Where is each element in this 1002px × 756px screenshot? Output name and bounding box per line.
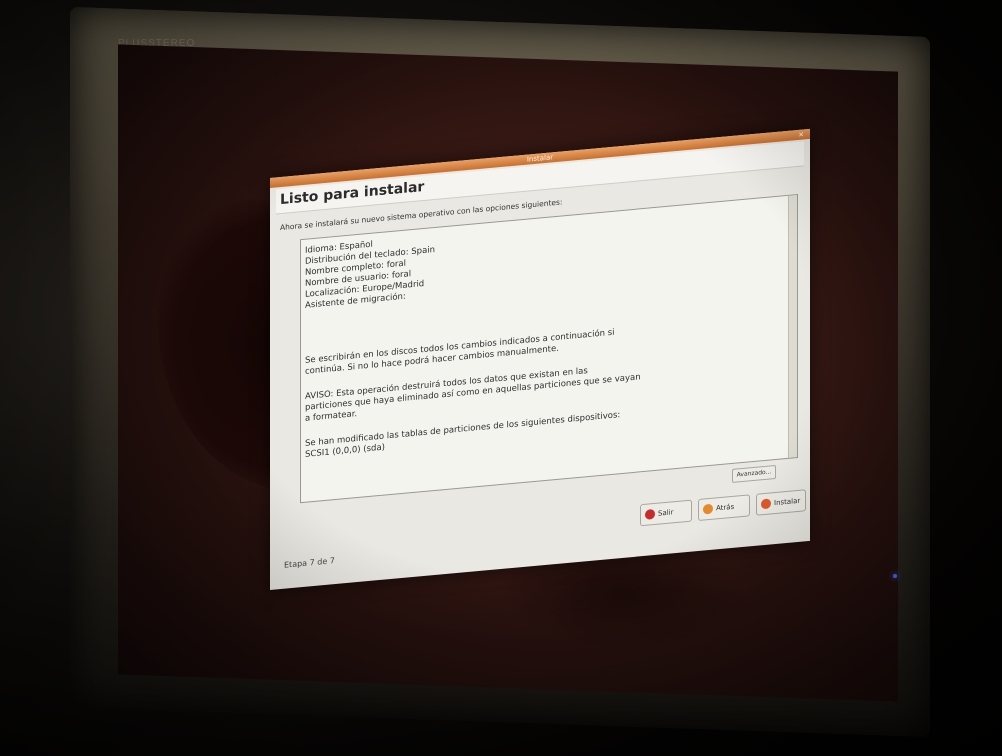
quit-icon	[645, 508, 655, 520]
installer-window: Instalar × Listo para instalar Ahora se …	[270, 128, 810, 591]
summary-scrollbar[interactable]	[788, 195, 797, 458]
install-button[interactable]: Instalar	[756, 489, 806, 516]
install-label: Instalar	[774, 496, 801, 508]
install-arrow-icon	[761, 498, 771, 510]
advanced-button[interactable]: Avanzado...	[732, 464, 776, 483]
quit-label: Salir	[658, 508, 674, 518]
close-icon[interactable]: ×	[798, 130, 804, 139]
back-arrow-icon	[703, 503, 713, 515]
step-indicator: Etapa 7 de 7	[284, 556, 335, 570]
back-button[interactable]: Atrás	[698, 494, 750, 522]
back-label: Atrás	[716, 502, 735, 513]
quit-button[interactable]: Salir	[640, 499, 692, 527]
power-led	[893, 574, 897, 578]
summary-textbox[interactable]: Idioma: Español Distribución del teclado…	[300, 193, 798, 504]
